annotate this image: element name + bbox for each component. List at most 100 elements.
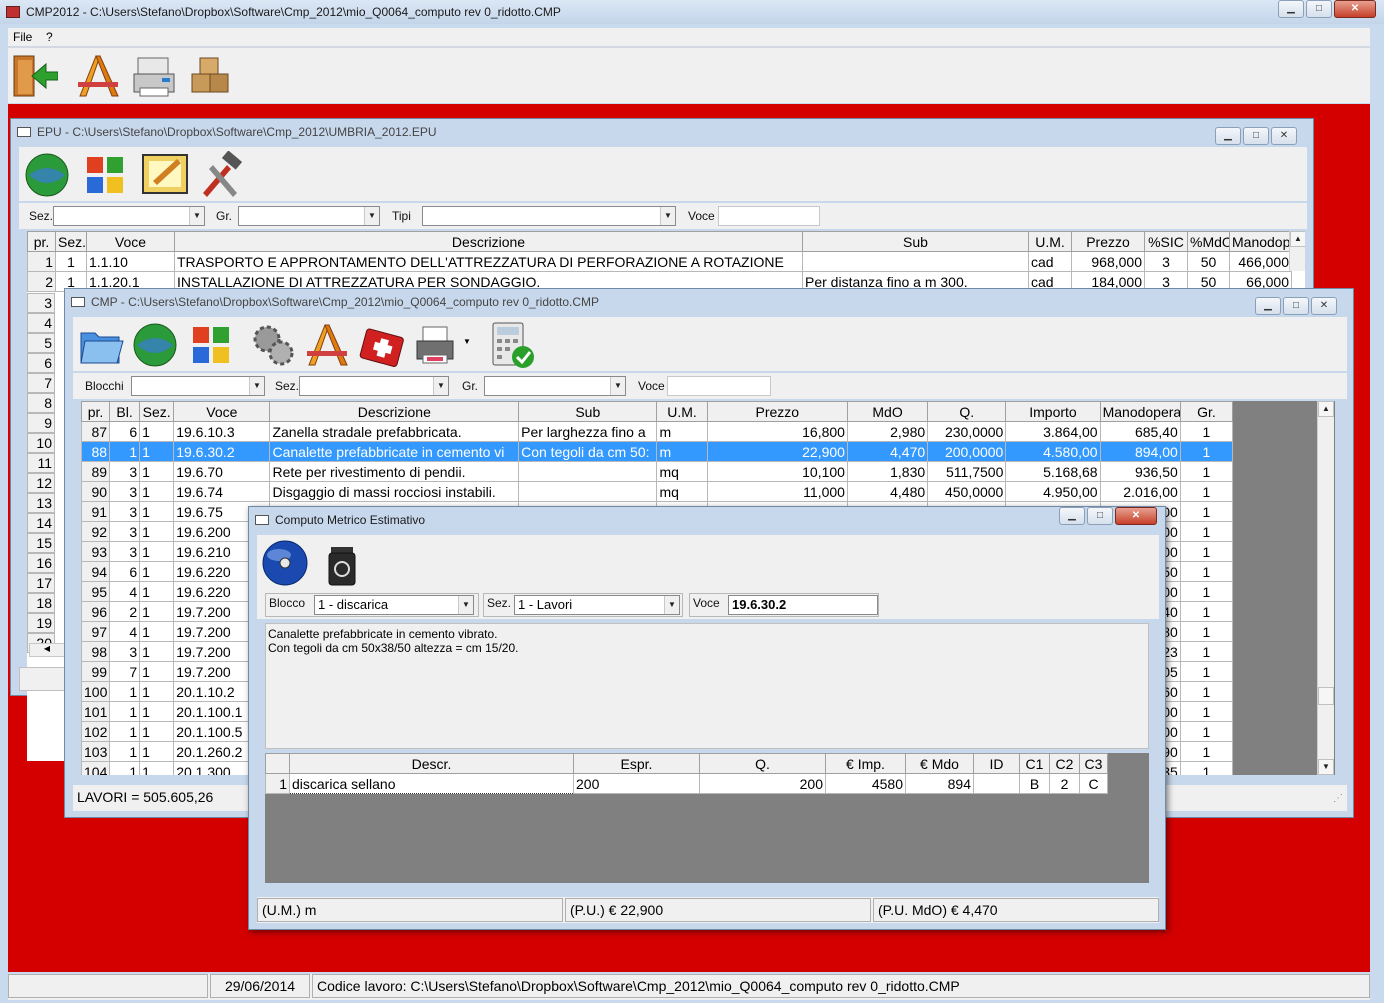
cmp-col-importo[interactable]: Importo — [1005, 401, 1101, 422]
cmp-col-sez[interactable]: Sez. — [139, 401, 175, 422]
cmp-col-um[interactable]: U.M. — [656, 401, 708, 422]
epu-tipi-combo[interactable]: ▼ — [422, 206, 676, 226]
scroll-up-icon[interactable]: ▲ — [1290, 231, 1305, 247]
epu-grid[interactable]: pr. Sez. Voce Descrizione Sub U.M. Prezz… — [27, 231, 1292, 292]
measures-col-mdo[interactable]: € Mdo — [905, 753, 974, 774]
chevron-down-icon[interactable]: ▼ — [249, 377, 264, 395]
blocco-combo[interactable]: 1 - discarica ▼ — [314, 595, 474, 615]
cell-descr[interactable]: discarica sellano — [289, 773, 574, 794]
menu-file[interactable]: File — [13, 30, 32, 44]
cmp-close-button[interactable]: ✕ — [1311, 297, 1337, 315]
cmp-maximize-button[interactable]: □ — [1283, 297, 1309, 315]
epu-col-mdo[interactable]: %MdO — [1187, 231, 1230, 252]
cell-c2[interactable]: 2 — [1049, 773, 1080, 794]
edit-image-icon[interactable] — [141, 151, 189, 199]
chevron-down-icon[interactable]: ▼ — [364, 207, 379, 225]
dialog-title-bar[interactable]: Computo Metrico Estimativo — [249, 507, 1165, 533]
cell-espr[interactable]: 200 — [573, 773, 700, 794]
globe-icon[interactable] — [23, 151, 71, 199]
epu-close-button[interactable]: ✕ — [1271, 127, 1297, 145]
epu-vertical-scrollbar[interactable]: ▲ — [1289, 231, 1305, 271]
cmp-gr-combo[interactable]: ▼ — [484, 376, 626, 396]
scroll-down-icon[interactable]: ▼ — [1318, 759, 1334, 775]
chevron-down-icon[interactable]: ▼ — [664, 596, 679, 614]
edit-pencil-ruler-icon[interactable] — [74, 52, 122, 100]
resize-grip-icon[interactable]: ⋰ — [1333, 793, 1343, 804]
cmp-col-sub[interactable]: Sub — [518, 401, 658, 422]
cell-q[interactable]: 200 — [699, 773, 826, 794]
cmp-col-gr[interactable]: Gr. — [1179, 401, 1234, 422]
dialog-close-button[interactable]: ✕ — [1115, 507, 1157, 525]
printer-icon[interactable] — [413, 321, 461, 369]
measures-col-c3[interactable]: C3 — [1079, 753, 1108, 774]
chevron-down-icon[interactable]: ▼ — [458, 596, 473, 614]
globe-icon[interactable] — [131, 321, 179, 369]
epu-col-sic[interactable]: %SIC — [1144, 231, 1188, 252]
cmp-col-manodopera[interactable]: Manodopera — [1099, 401, 1181, 422]
table-row[interactable]: 89 3 1 19.6.70 Rete per rivestimento di pend… — [81, 461, 1234, 482]
cell-mdo[interactable]: 894 — [905, 773, 974, 794]
measures-col-c2[interactable]: C2 — [1049, 753, 1080, 774]
windows-icon[interactable] — [187, 321, 235, 369]
measures-col-imp[interactable]: € Imp. — [825, 753, 906, 774]
voce-input[interactable]: 19.6.30.2 — [728, 595, 878, 615]
gears-icon[interactable] — [249, 321, 297, 369]
epu-col-manodopera[interactable]: Manodope — [1229, 231, 1292, 252]
measures-grid[interactable]: Descr. Espr. Q. € Imp. € Mdo ID C1 C2 C3… — [265, 753, 1108, 794]
scroll-up-icon[interactable]: ▲ — [1318, 401, 1334, 417]
table-row[interactable]: 1 1 1.1.10 TRASPORTO E APPRONTAMENTO DEL… — [27, 251, 1292, 272]
epu-hscroll-left[interactable]: ◀ — [29, 643, 65, 657]
windows-icon[interactable] — [81, 151, 129, 199]
epu-col-pr[interactable]: pr. — [27, 231, 56, 252]
edit-pencil-ruler-icon[interactable] — [303, 321, 351, 369]
cmp-col-mdo[interactable]: MdO — [846, 401, 929, 422]
cell-c3[interactable]: C — [1079, 773, 1108, 794]
exit-door-icon[interactable] — [10, 52, 59, 100]
maximize-button[interactable]: □ — [1306, 0, 1332, 18]
cmp-title-bar[interactable]: CMP - C:\Users\Stefano\Dropbox\Software\… — [65, 289, 1353, 315]
cmp-col-bl[interactable]: Bl. — [109, 401, 141, 422]
menu-help[interactable]: ? — [46, 30, 53, 44]
epu-col-descrizione[interactable]: Descrizione — [174, 231, 803, 252]
epu-col-voce[interactable]: Voce — [86, 231, 175, 252]
table-row[interactable]: 88 1 1 19.6.30.2 Canalette prefabbricate in … — [81, 441, 1234, 462]
dialog-maximize-button[interactable]: □ — [1087, 507, 1113, 525]
cell-imp[interactable]: 4580 — [825, 773, 906, 794]
cmp-col-voce[interactable]: Voce — [173, 401, 271, 422]
tools-hammer-icon[interactable] — [197, 150, 245, 199]
epu-title-bar[interactable]: EPU - C:\Users\Stefano\Dropbox\Software\… — [11, 119, 1313, 145]
table-row[interactable]: 90 3 1 19.6.74 Disgaggio di massi rocciosi i… — [81, 481, 1234, 502]
epu-maximize-button[interactable]: □ — [1243, 127, 1269, 145]
measures-col-q[interactable]: Q. — [699, 753, 826, 774]
chevron-down-icon[interactable]: ▼ — [189, 207, 204, 225]
description-area[interactable]: Canalette prefabbricate in cemento vibra… — [265, 623, 1149, 749]
epu-gr-combo[interactable]: ▼ — [238, 206, 380, 226]
cmp-vertical-scrollbar[interactable]: ▲ ▼ — [1317, 401, 1334, 775]
sez-combo[interactable]: 1 - Lavori ▼ — [514, 595, 680, 615]
measures-col-id[interactable]: ID — [973, 753, 1020, 774]
cmp-voce-input[interactable] — [667, 376, 771, 396]
measures-col-c1[interactable]: C1 — [1019, 753, 1050, 774]
chevron-down-icon[interactable]: ▼ — [610, 377, 625, 395]
minimize-button[interactable]: ▁ — [1278, 0, 1304, 18]
epu-col-sub[interactable]: Sub — [802, 231, 1029, 252]
printer-dropdown-icon[interactable]: ▼ — [463, 337, 471, 346]
dialog-minimize-button[interactable]: ▁ — [1059, 507, 1085, 525]
cell-id[interactable] — [973, 773, 1020, 794]
measures-col-espr[interactable]: Espr. — [573, 753, 700, 774]
cmp-col-prezzo[interactable]: Prezzo — [706, 401, 848, 422]
cell-c1[interactable]: B — [1019, 773, 1050, 794]
close-button[interactable]: ✕ — [1334, 0, 1376, 18]
open-folder-icon[interactable] — [77, 321, 125, 369]
first-aid-kit-icon[interactable] — [359, 321, 407, 369]
chevron-down-icon[interactable]: ▼ — [433, 377, 448, 395]
cmp-minimize-button[interactable]: ▁ — [1255, 297, 1281, 315]
calculator-check-icon[interactable] — [487, 321, 535, 369]
epu-col-prezzo[interactable]: Prezzo — [1071, 231, 1145, 252]
epu-sez-combo[interactable]: ▼ — [53, 206, 205, 226]
measures-col-descr[interactable]: Descr. — [289, 753, 574, 774]
boxes-icon[interactable] — [186, 52, 234, 100]
cmp-blocchi-combo[interactable]: ▼ — [131, 376, 265, 396]
printer-icon[interactable] — [132, 52, 180, 100]
cmp-col-q[interactable]: Q. — [927, 401, 1007, 422]
